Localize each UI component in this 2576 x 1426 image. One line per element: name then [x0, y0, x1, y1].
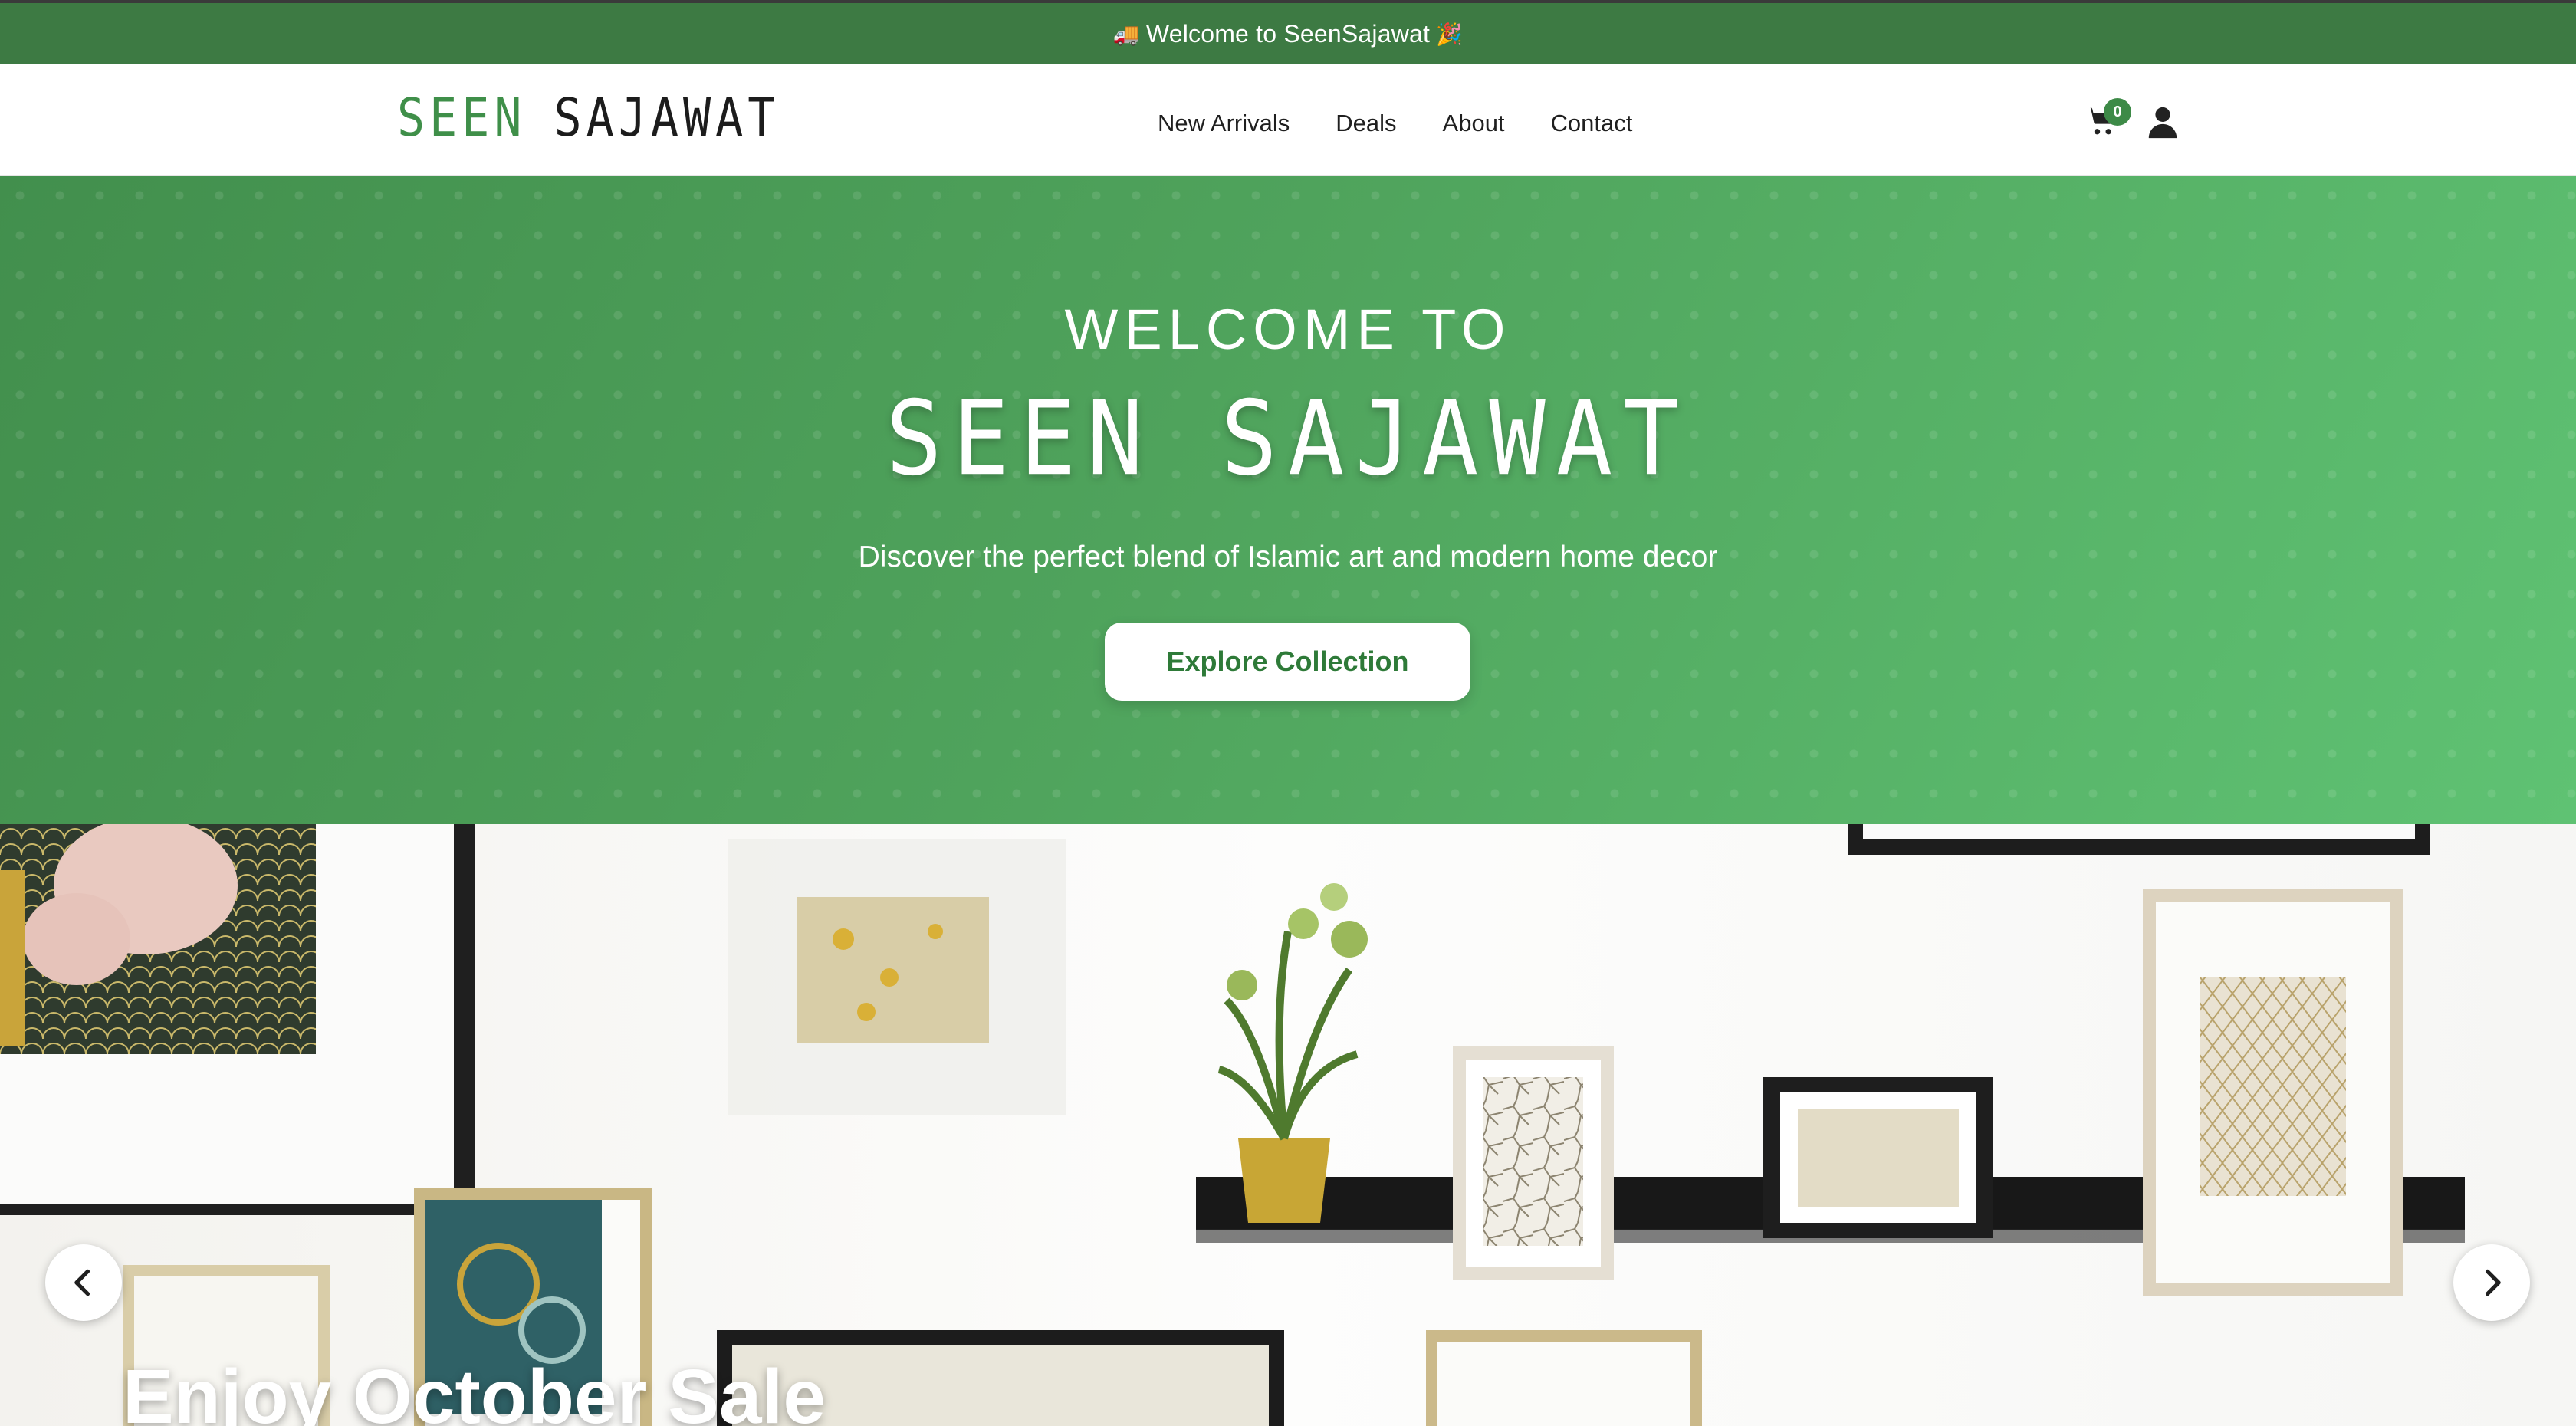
carousel-next-button[interactable] — [2453, 1244, 2530, 1321]
hero-brand-title: SEEN SAJAWAT — [886, 378, 1691, 499]
nav-deals[interactable]: Deals — [1336, 110, 1396, 137]
carousel-prev-button[interactable] — [45, 1244, 122, 1321]
hero-pattern — [0, 176, 2576, 824]
truck-icon: 🚚 — [1112, 21, 1140, 47]
site-logo[interactable]: SEEN SAJAWAT — [397, 87, 780, 150]
hero-subtitle: Discover the perfect blend of Islamic ar… — [858, 540, 1718, 573]
page: 🚚 Welcome to SeenSajawat 🎉 SEEN SAJAWAT … — [0, 0, 2576, 1426]
main-nav: New Arrivals Deals About Contact — [1158, 104, 1632, 143]
logo-word-sajawat: SAJAWAT — [554, 87, 780, 150]
announcement-bar: 🚚 Welcome to SeenSajawat 🎉 — [0, 0, 2576, 64]
logo-word-seen: SEEN — [397, 87, 527, 150]
nav-new-arrivals[interactable]: New Arrivals — [1158, 110, 1290, 137]
promo-carousel: Enjoy October Sale — [0, 824, 2576, 1426]
site-header: SEEN SAJAWAT New Arrivals Deals About Co… — [0, 64, 2576, 176]
nav-contact[interactable]: Contact — [1551, 110, 1633, 137]
announcement-text: Welcome to SeenSajawat — [1145, 19, 1431, 48]
party-icon: 🎉 — [1436, 21, 1464, 47]
hero-welcome-text: WELCOME TO — [1064, 297, 1512, 361]
nav-about[interactable]: About — [1443, 110, 1505, 137]
user-icon — [2148, 107, 2177, 139]
account-button[interactable] — [2145, 104, 2180, 140]
explore-collection-button[interactable]: Explore Collection — [1105, 623, 1470, 701]
cart-button[interactable]: 0 — [2084, 98, 2131, 140]
hero-section: WELCOME TO SEEN SAJAWAT Discover the per… — [0, 176, 2576, 824]
carousel-slide-image — [0, 824, 2576, 1426]
chevron-left-icon — [74, 1269, 90, 1296]
carousel-slide-title: Enjoy October Sale — [123, 1354, 826, 1426]
chevron-right-icon — [2485, 1269, 2501, 1296]
cart-count-badge: 0 — [2104, 98, 2131, 126]
